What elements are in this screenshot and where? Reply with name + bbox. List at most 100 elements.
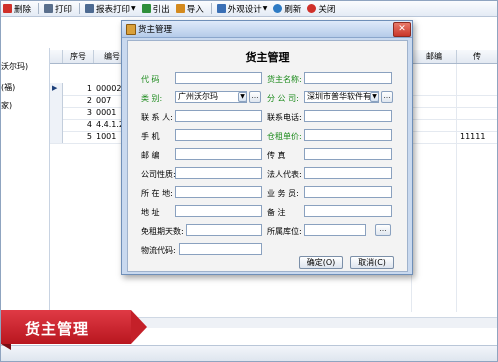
warehouse-browse-button[interactable]: … — [375, 224, 391, 236]
company-type-label: 公司性质: — [141, 170, 176, 179]
report-print-button[interactable]: 报表打印 ▼ — [83, 2, 138, 15]
cell-seq: 1 — [86, 84, 92, 93]
import-icon — [175, 4, 185, 13]
dialog-close-button[interactable]: ✕ — [393, 22, 411, 37]
warehouse-input[interactable] — [304, 224, 366, 236]
column-header-fax[interactable]: 传 — [457, 50, 497, 63]
left-tree-panel: 沃尔玛) (福) 家) — [1, 48, 50, 318]
chevron-down-icon[interactable]: ▼ — [370, 92, 379, 102]
close-icon — [307, 4, 317, 13]
cancel-button[interactable]: 取消(C) — [350, 256, 394, 269]
logistics-code-label: 物流代码: — [141, 246, 176, 255]
report-print-icon — [85, 4, 95, 13]
address-label: 地 址 — [141, 208, 160, 217]
export-icon — [141, 4, 151, 13]
import-label: 导入 — [186, 4, 204, 15]
design-label: 外观设计 — [227, 4, 262, 15]
title-ribbon: 货主管理 — [1, 310, 151, 350]
rent-unit-label: 仓租单价: — [267, 132, 302, 141]
logistics-code-input[interactable] — [179, 243, 262, 255]
category-browse-button[interactable]: … — [249, 91, 261, 103]
owner-name-input[interactable] — [304, 72, 392, 84]
column-header-seq[interactable]: 序号 — [63, 50, 94, 63]
location-input[interactable] — [175, 186, 262, 198]
fax-input[interactable] — [304, 148, 392, 160]
remark-label: 备 注 — [267, 208, 286, 217]
ribbon-title: 货主管理 — [25, 320, 90, 338]
branch-browse-button[interactable]: … — [381, 91, 393, 103]
code-input[interactable] — [175, 72, 262, 84]
refresh-button[interactable]: 刷新 — [271, 2, 303, 15]
mobile-input[interactable] — [175, 129, 262, 141]
cell-seq: 5 — [86, 132, 92, 141]
printer-icon — [44, 4, 54, 13]
legal-rep-input[interactable] — [304, 167, 392, 179]
tree-item[interactable]: (福) — [1, 82, 15, 93]
tree-item[interactable]: 沃尔玛) — [1, 61, 28, 72]
toolbar-separator — [79, 3, 81, 14]
status-bar — [1, 345, 497, 361]
fax-label: 传 真 — [267, 151, 286, 160]
row-header — [50, 131, 63, 143]
print-label: 打印 — [55, 4, 73, 15]
dialog-titlebar[interactable]: 货主管理 ✕ — [122, 21, 412, 38]
cell-seq: 3 — [86, 108, 92, 117]
dialog-title: 货主管理 — [138, 25, 173, 35]
branch-label: 分 公 司: — [267, 94, 299, 103]
rent-unit-input[interactable] — [304, 129, 392, 141]
phone-label: 联系电话: — [267, 113, 302, 122]
row-header — [50, 119, 63, 131]
category-label: 类 别: — [141, 94, 163, 103]
legal-rep-label: 法人代表: — [267, 170, 302, 179]
delete-label: 删除 — [14, 4, 32, 15]
remark-input[interactable] — [304, 205, 392, 217]
branch-select[interactable]: 深圳市普华软件有限 — [304, 91, 379, 103]
location-label: 所 在 地: — [141, 189, 173, 198]
salesman-label: 业 务 员: — [267, 189, 299, 198]
app-icon — [126, 24, 136, 35]
close-label: 关闭 — [318, 4, 336, 15]
cell-seq: 2 — [86, 96, 92, 105]
toolbar-separator — [38, 3, 40, 14]
contact-input[interactable] — [175, 110, 262, 122]
export-label: 引出 — [152, 4, 170, 15]
design-icon — [216, 4, 226, 13]
row-header — [50, 95, 63, 107]
postcode-label: 邮 编 — [141, 151, 160, 160]
print-button[interactable]: 打印 — [42, 2, 74, 15]
column-header-postcode[interactable]: 邮编 — [412, 50, 457, 63]
warehouse-label: 所属库位: — [267, 227, 302, 236]
export-button[interactable]: 引出 — [140, 2, 172, 15]
header-corner — [50, 50, 63, 63]
design-button[interactable]: 外观设计 ▼ — [215, 2, 270, 15]
tree-item[interactable]: 家) — [1, 100, 12, 111]
delete-icon — [3, 4, 12, 13]
ribbon-tip — [131, 310, 147, 344]
row-pointer-icon: ▶ — [52, 84, 58, 92]
owner-name-label: 货主名称: — [267, 75, 302, 84]
code-label: 代 码 — [141, 75, 160, 84]
address-input[interactable] — [175, 205, 262, 217]
import-button[interactable]: 导入 — [174, 2, 206, 15]
free-days-label: 免租期天数: — [141, 227, 184, 236]
salesman-input[interactable] — [304, 186, 392, 198]
dialog-heading: 货主管理 — [245, 51, 290, 64]
row-header — [50, 107, 63, 119]
ok-button[interactable]: 确定(O) — [299, 256, 343, 269]
cell-seq: 4 — [86, 120, 92, 129]
chevron-down-icon: ▼ — [262, 5, 268, 12]
row-indicator: ▶ — [50, 83, 63, 95]
phone-input[interactable] — [304, 110, 392, 122]
postcode-input[interactable] — [175, 148, 262, 160]
company-type-input[interactable] — [175, 167, 262, 179]
close-button[interactable]: 关闭 — [305, 2, 337, 15]
contact-label: 联 系 人: — [141, 113, 173, 122]
cell-fax: 11111 — [460, 132, 486, 141]
owner-dialog: 货主管理 ✕ 货主管理 代 码 货主名称: 类 别: 广州沃尔玛 ▼ … 分 公… — [121, 20, 413, 275]
dialog-body: 货主管理 代 码 货主名称: 类 别: 广州沃尔玛 ▼ … 分 公 司: 深圳市… — [127, 40, 408, 272]
chevron-down-icon[interactable]: ▼ — [238, 92, 247, 102]
category-select[interactable]: 广州沃尔玛 — [175, 91, 247, 103]
free-days-input[interactable] — [186, 224, 262, 236]
delete-button[interactable]: 删除 — [1, 2, 33, 15]
chevron-down-icon: ▼ — [131, 5, 136, 12]
